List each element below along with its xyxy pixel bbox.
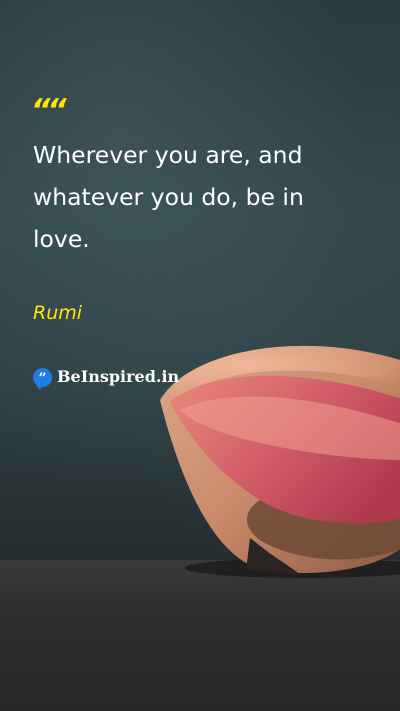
quote-card: ““ Wherever you are, and whatever you do… <box>0 0 400 711</box>
brand-name: BeInspired.in <box>57 367 180 386</box>
quote-bubble-icon: ” <box>33 367 52 390</box>
quote-text: Wherever you are, and whatever you do, b… <box>33 141 304 253</box>
quote-mark-icon: ““ <box>31 93 67 128</box>
seashell-image <box>160 345 400 578</box>
brand-watermark: ” BeInspired.in <box>33 366 180 390</box>
quote-author: Rumi <box>33 302 83 324</box>
